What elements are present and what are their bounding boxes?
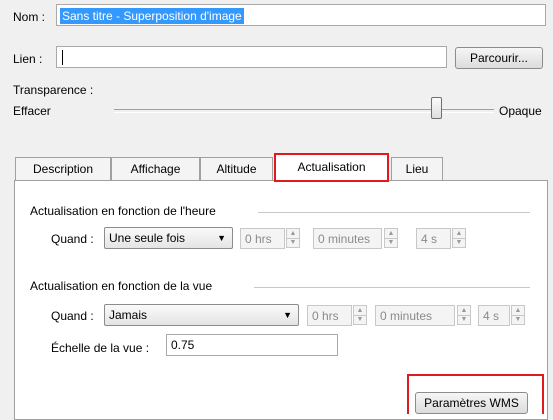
time-refresh-title: Actualisation en fonction de l'heure <box>30 204 216 218</box>
view-refresh-title: Actualisation en fonction de la vue <box>30 279 213 293</box>
view-minutes-field[interactable]: 0 minutes <box>375 305 455 326</box>
time-minutes-field[interactable]: 0 minutes <box>313 228 382 249</box>
wms-settings-button[interactable]: Paramètres WMS <box>415 392 528 414</box>
up-arrow-icon: ▲ <box>512 306 524 316</box>
time-when-value: Une seule fois <box>109 231 186 245</box>
view-seconds-stepper[interactable]: ▲ ▼ <box>511 305 525 325</box>
time-minutes-stepper[interactable]: ▲ ▼ <box>384 228 398 248</box>
down-arrow-icon: ▼ <box>289 239 297 247</box>
up-arrow-icon: ▲ <box>458 306 470 316</box>
view-minutes-stepper[interactable]: ▲ ▼ <box>457 305 471 325</box>
up-arrow-icon: ▲ <box>287 229 299 239</box>
view-when-select[interactable]: Jamais ▼ <box>104 304 299 326</box>
time-seconds-field[interactable]: 4 s <box>416 228 451 249</box>
down-arrow-icon: ▼ <box>455 239 463 247</box>
up-arrow-icon: ▲ <box>354 306 366 316</box>
down-arrow-icon: ▼ <box>387 239 395 247</box>
up-arrow-icon: ▲ <box>453 229 465 239</box>
time-seconds-stepper[interactable]: ▲ ▼ <box>452 228 466 248</box>
view-scale-field[interactable]: 0.75 <box>166 334 338 356</box>
down-arrow-icon: ▼ <box>356 316 364 324</box>
chevron-down-icon: ▼ <box>283 310 292 320</box>
view-hours-stepper[interactable]: ▲ ▼ <box>353 305 367 325</box>
time-when-select[interactable]: Une seule fois ▼ <box>104 227 233 249</box>
time-hours-field[interactable]: 0 hrs <box>240 228 285 249</box>
view-refresh-divider <box>254 287 530 288</box>
down-arrow-icon: ▼ <box>460 316 468 324</box>
view-when-label: Quand : <box>51 309 94 323</box>
view-when-value: Jamais <box>109 308 148 322</box>
view-hours-field[interactable]: 0 hrs <box>307 305 352 326</box>
view-scale-label: Échelle de la vue : <box>51 341 150 355</box>
chevron-down-icon: ▼ <box>217 233 226 243</box>
time-hours-stepper[interactable]: ▲ ▼ <box>286 228 300 248</box>
view-seconds-field[interactable]: 4 s <box>478 305 510 326</box>
tab-actualisation[interactable]: Actualisation <box>274 153 389 182</box>
down-arrow-icon: ▼ <box>514 316 522 324</box>
time-refresh-divider <box>258 212 530 213</box>
time-when-label: Quand : <box>51 232 94 246</box>
up-arrow-icon: ▲ <box>385 229 397 239</box>
